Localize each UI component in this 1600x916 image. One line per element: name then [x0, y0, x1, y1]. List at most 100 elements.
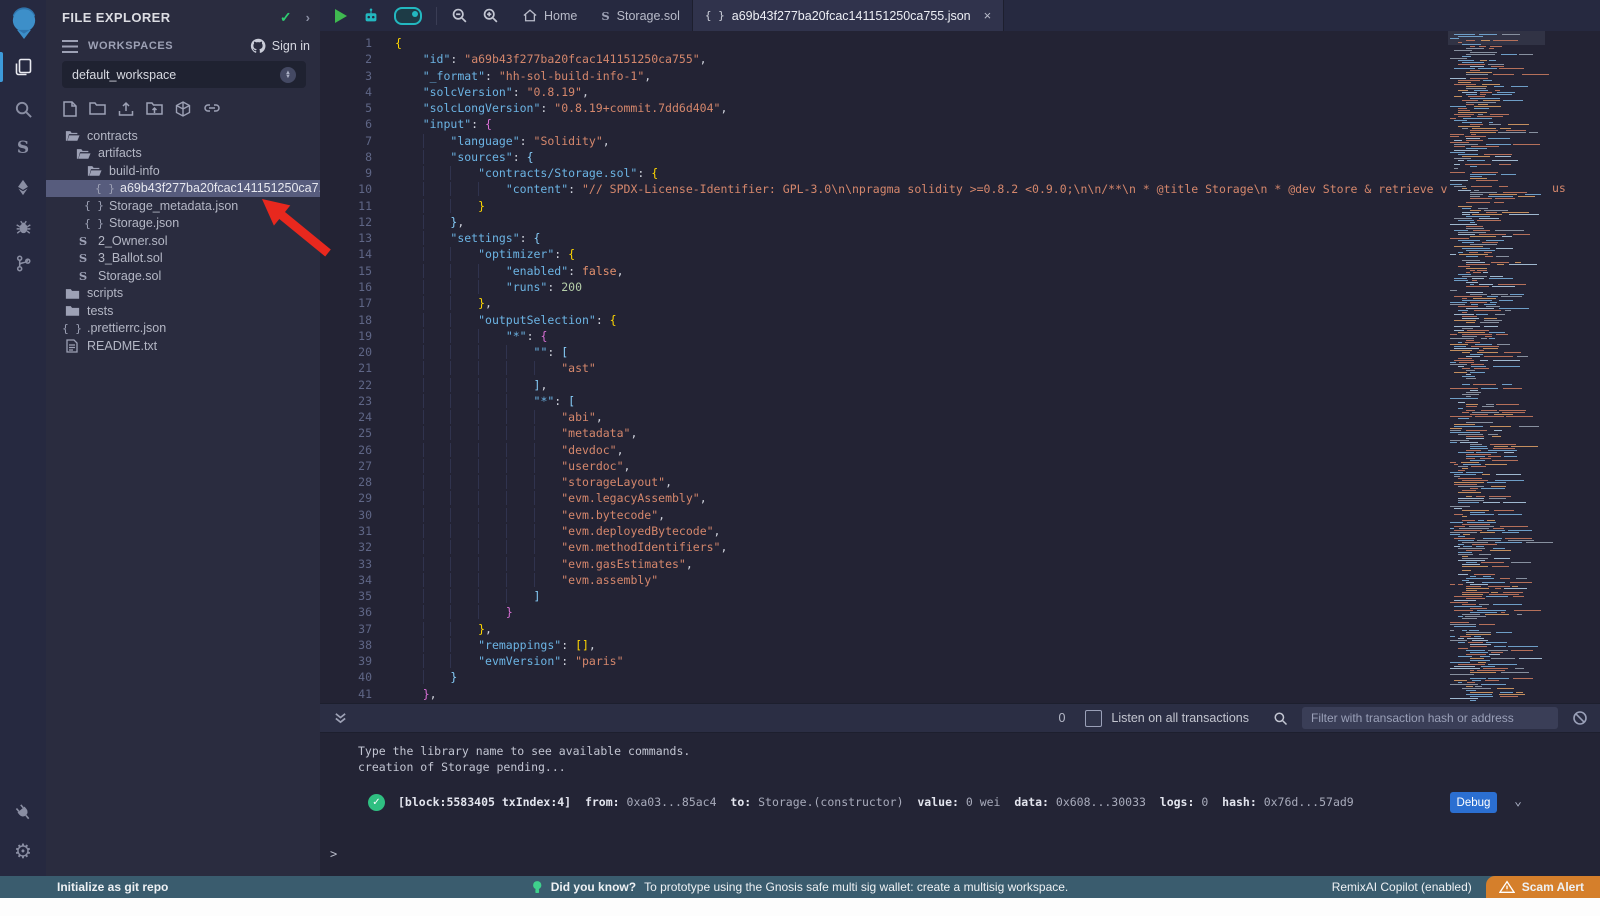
terminal-body[interactable]: Type the library name to see available c…	[320, 733, 1600, 876]
hamburger-menu-icon[interactable]	[62, 40, 78, 53]
chevron-right-icon[interactable]: ›	[306, 10, 310, 25]
workspace-select[interactable]: default_workspace ▲▼	[62, 61, 306, 88]
terminal-messages: Type the library name to see available c…	[358, 743, 690, 775]
new-folder-icon[interactable]	[89, 101, 106, 119]
tree-item-storage-metadata-json[interactable]: { }Storage_metadata.json	[46, 197, 320, 215]
tree-item-3-ballot-sol[interactable]: S3_Ballot.sol	[46, 250, 320, 268]
code-line: 41 },	[320, 686, 1448, 702]
line-number: 38	[320, 637, 372, 653]
line-number: 17	[320, 295, 372, 311]
sidebar-item-deploy-run[interactable]	[0, 170, 46, 204]
tree-item--prettierrc-json[interactable]: { }.prettierrc.json	[46, 320, 320, 338]
debug-button[interactable]: Debug	[1450, 792, 1497, 813]
tree-item-storage-json[interactable]: { }Storage.json	[46, 215, 320, 233]
zoom-out-icon[interactable]	[451, 7, 468, 24]
tree-item-label: Storage.json	[109, 216, 179, 230]
tree-item-label: build-info	[109, 164, 160, 178]
sidebar-item-search[interactable]	[0, 92, 46, 126]
line-number: 3	[320, 68, 372, 84]
sidebar-item-file-explorer[interactable]	[0, 50, 46, 84]
zoom-in-icon[interactable]	[482, 7, 499, 24]
sidebar-item-solidity-compiler[interactable]: S	[0, 131, 46, 165]
solidity-icon: S	[75, 234, 91, 248]
check-icon: ✓	[280, 9, 292, 26]
copilot-toggle[interactable]	[394, 7, 422, 25]
tab-storage-sol[interactable]: S Storage.sol	[589, 0, 692, 31]
sidebar-item-debugger[interactable]	[0, 209, 46, 243]
minimap[interactable]	[1448, 31, 1545, 703]
tree-item-readme-txt[interactable]: README.txt	[46, 337, 320, 355]
folder-closed-icon	[64, 287, 80, 300]
sidebar-item-plugin-manager[interactable]	[0, 795, 46, 829]
line-number: 7	[320, 133, 372, 149]
transaction-count-badge: 0	[1058, 711, 1065, 725]
bug-icon	[14, 217, 33, 236]
tab-label: a69b43f277ba20fcac141151250ca755.json	[732, 9, 971, 23]
json-file-icon: { }	[705, 9, 725, 22]
remix-logo-icon[interactable]	[8, 6, 40, 40]
code-editor[interactable]: 1{2 "id": "a69b43f277ba20fcac141151250ca…	[320, 31, 1600, 703]
line-number: 41	[320, 686, 372, 702]
transaction-summary: [block:5583405 txIndex:4] from: 0xa03...…	[398, 795, 1354, 809]
folder-closed-icon	[64, 304, 80, 317]
upload-file-icon[interactable]	[118, 101, 134, 119]
expand-transaction-icon[interactable]: ⌄	[1514, 794, 1522, 809]
home-icon	[523, 9, 537, 22]
solidity-compiler-icon: S	[17, 138, 29, 158]
code-line: 18 "outputSelection": {	[320, 312, 1448, 328]
line-number: 13	[320, 230, 372, 246]
tree-item-2-owner-sol[interactable]: S2_Owner.sol	[46, 232, 320, 250]
tree-item-a69b43f277ba20fcac141151250ca7-[interactable]: { }a69b43f277ba20fcac141151250ca7...	[46, 180, 320, 198]
tree-item-contracts[interactable]: contracts	[46, 127, 320, 145]
upload-folder-icon[interactable]	[146, 101, 163, 119]
tab-build-info-json[interactable]: { } a69b43f277ba20fcac141151250ca755.jso…	[692, 0, 1004, 31]
sidebar-item-git[interactable]	[0, 246, 46, 280]
new-file-icon[interactable]	[63, 101, 77, 119]
tree-item-tests[interactable]: tests	[46, 302, 320, 320]
line-number: 20	[320, 344, 372, 360]
tree-item-storage-sol[interactable]: SStorage.sol	[46, 267, 320, 285]
code-line: 21 "ast"	[320, 360, 1448, 376]
line-number: 23	[320, 393, 372, 409]
collapse-terminal-icon[interactable]	[334, 711, 347, 725]
code-line: 29 "evm.legacyAssembly",	[320, 490, 1448, 506]
code-line: 32 "evm.methodIdentifiers",	[320, 539, 1448, 555]
line-number: 12	[320, 214, 372, 230]
cube-icon[interactable]	[175, 101, 191, 119]
ai-assistant-icon[interactable]	[362, 7, 380, 25]
git-init-button[interactable]: Initialize as git repo	[0, 880, 168, 894]
line-number: 10	[320, 181, 372, 197]
listen-all-transactions-checkbox[interactable]	[1085, 710, 1102, 727]
transaction-filter-input[interactable]	[1302, 707, 1558, 729]
status-bar: Initialize as git repo Did you know? To …	[0, 876, 1600, 898]
tab-label: Storage.sol	[617, 9, 680, 23]
github-icon	[250, 38, 266, 54]
link-icon[interactable]	[203, 101, 221, 119]
code-line: 25 "metadata",	[320, 425, 1448, 441]
tab-home[interactable]: Home	[511, 0, 589, 31]
git-branch-icon	[14, 254, 33, 273]
line-number: 40	[320, 669, 372, 685]
tree-item-label: Storage_metadata.json	[109, 199, 238, 213]
code-line: 36 }	[320, 604, 1448, 620]
close-tab-icon[interactable]: ×	[984, 8, 992, 23]
line-number: 11	[320, 198, 372, 214]
tree-item-label: scripts	[87, 286, 123, 300]
code-line: 33 "evm.gasEstimates",	[320, 556, 1448, 572]
run-script-button[interactable]	[334, 8, 348, 24]
remix-ide-window: S	[0, 0, 1600, 916]
tree-item-scripts[interactable]: scripts	[46, 285, 320, 303]
tree-item-artifacts[interactable]: artifacts	[46, 145, 320, 163]
scam-alert-badge[interactable]: Scam Alert	[1486, 876, 1600, 898]
lightbulb-icon	[532, 880, 543, 895]
sign-in-button[interactable]: Sign in	[250, 38, 310, 54]
line-number: 34	[320, 572, 372, 588]
code-line: 5 "solcLongVersion": "0.8.19+commit.7dd6…	[320, 100, 1448, 116]
divider	[436, 7, 437, 25]
copilot-status[interactable]: RemixAI Copilot (enabled)	[1332, 880, 1472, 894]
tree-item-label: 3_Ballot.sol	[98, 251, 163, 265]
tree-item-build-info[interactable]: build-info	[46, 162, 320, 180]
clear-console-icon[interactable]	[1572, 710, 1588, 726]
sidebar-item-settings[interactable]: ⚙	[0, 835, 46, 869]
transaction-log-row[interactable]: ✓ [block:5583405 txIndex:4] from: 0xa03.…	[320, 790, 1600, 816]
